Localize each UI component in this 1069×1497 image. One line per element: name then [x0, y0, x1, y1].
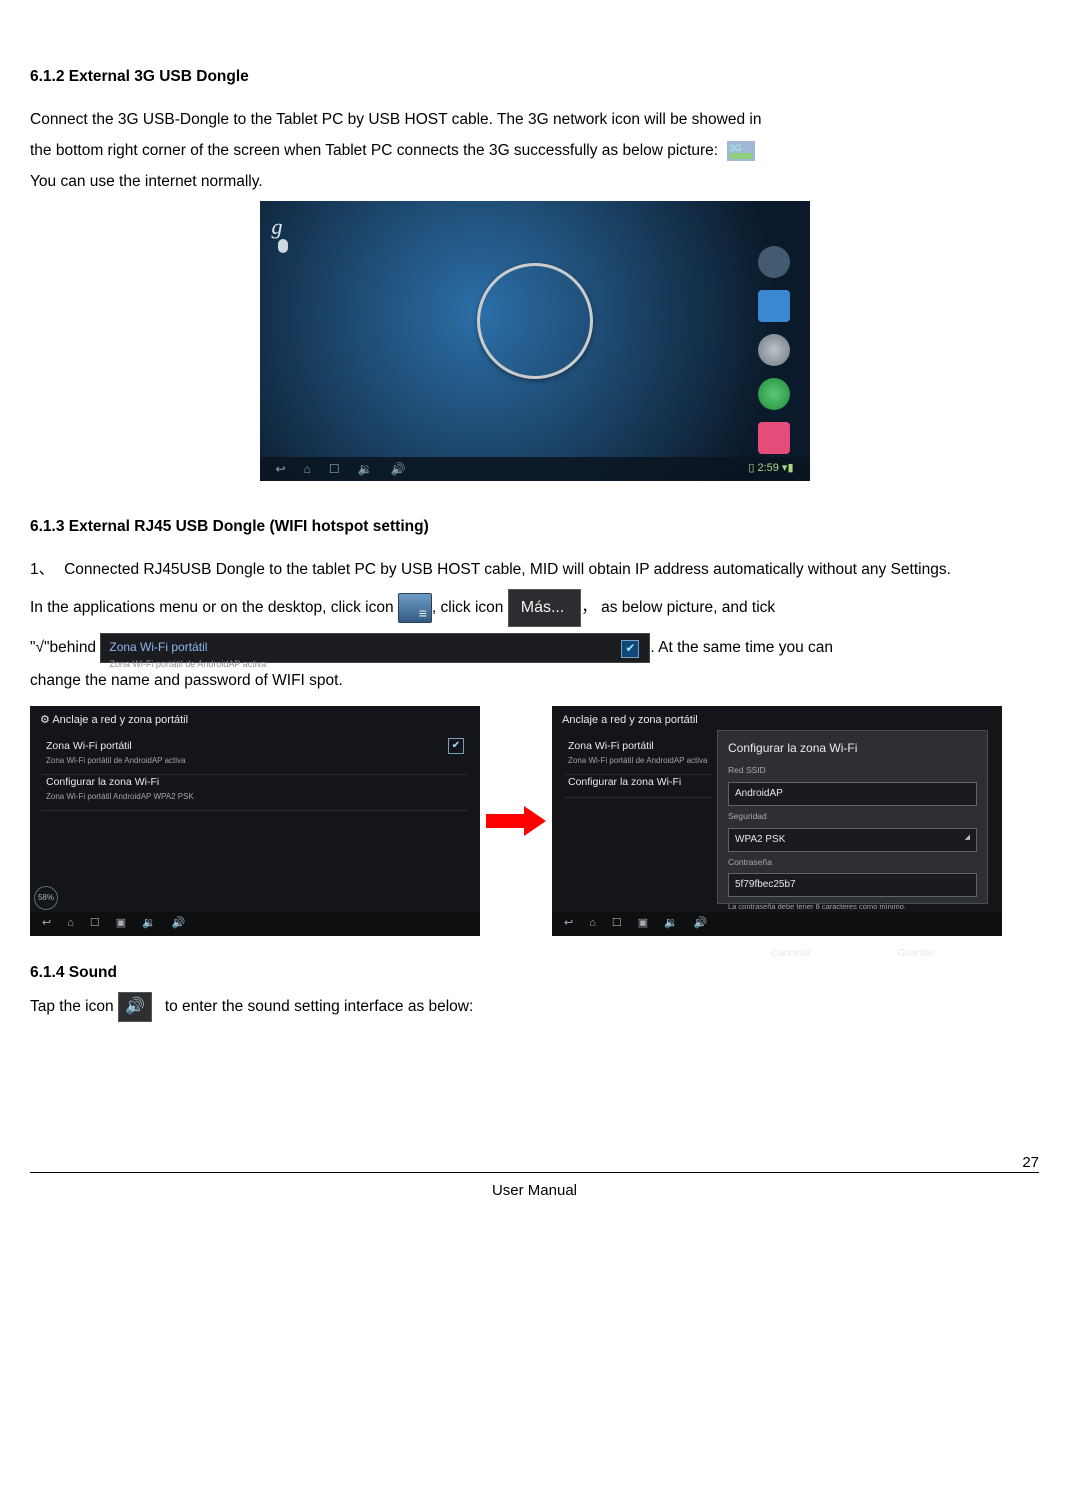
home-icon: ⌂	[67, 915, 74, 933]
recent-icon: ☐	[329, 460, 340, 479]
label-ssid: Red SSID	[728, 764, 977, 778]
figure-hotspot-configure-dialog: Anclaje a red y zona portátil Zona Wi-Fi…	[552, 706, 1002, 936]
checkbox-checked-icon: ✔	[621, 640, 639, 658]
back-icon: ↩	[276, 460, 286, 479]
screenshot-icon: ▣	[638, 915, 648, 933]
configure-wifi-dialog: Configurar la zona Wi-Fi Red SSID Androi…	[717, 730, 988, 904]
row-subtitle: Zona Wi-Fi portátil AndroidAP WPA2 PSK	[46, 791, 464, 804]
figure-desktop-screenshot: g ↩ ⌂ ☐ 🔉 🔊 ▯ 2:59 ▾▮	[260, 201, 810, 481]
figure-hotspot-settings-list: ⚙ Anclaje a red y zona portátil ✔ Zona W…	[30, 706, 480, 936]
strip-title: Zona Wi-Fi portátil	[109, 640, 207, 654]
row-title: Zona Wi-Fi portátil	[46, 738, 464, 755]
label-security: Seguridad	[728, 810, 977, 824]
red-arrow-icon	[486, 808, 546, 834]
text-frag: "√"behind	[30, 639, 96, 656]
row-title: Configurar la zona Wi-Fi	[568, 774, 708, 791]
list-item-1-text: Connected RJ45USB Dongle to the tablet P…	[64, 561, 951, 578]
text-frag: ， as below picture, and tick	[581, 599, 775, 616]
vol-up-icon: 🔊	[694, 915, 708, 933]
checkbox-checked-icon: ✔	[448, 738, 464, 754]
vol-up-icon: 🔊	[391, 460, 406, 479]
p-3g-line1: Connect the 3G USB-Dongle to the Tablet …	[30, 108, 1039, 133]
system-navbar: ↩ ⌂ ☐ 🔉 🔊 ▯ 2:59 ▾▮	[260, 457, 810, 481]
right-dock	[758, 246, 798, 454]
sound-settings-icon	[118, 992, 152, 1022]
row-subtitle: Zona Wi-Fi portátil de AndroidAP activa	[46, 755, 464, 768]
page-footer: 27 User Manual	[30, 1172, 1039, 1203]
text-frag: to enter the sound setting interface as …	[165, 998, 473, 1015]
text-frag: . At the same time you can	[650, 639, 833, 656]
status-right: ⠀⠀⠀	[970, 917, 990, 931]
text-frag: Tap the icon	[30, 998, 114, 1015]
screenshot-icon: ▣	[116, 915, 126, 933]
recent-icon: ☐	[90, 915, 100, 933]
home-icon: ⌂	[589, 915, 596, 933]
status-right: ⠀⠀⠀	[448, 917, 468, 931]
system-navbar: ↩ ⌂ ☐ ▣ 🔉 🔊 ⠀⠀⠀	[30, 912, 480, 936]
text-frag: In the applications menu or on the deskt…	[30, 599, 394, 616]
list-item-1: 1、Connected RJ45USB Dongle to the tablet…	[30, 558, 1039, 583]
row-subtitle: Zona Wi-Fi portátil de AndroidAP activa	[568, 755, 708, 768]
network-3g-icon	[727, 141, 755, 161]
text-frag: , click icon	[432, 599, 504, 616]
strip-subtitle: Zona Wi-Fi portátil de AndroidAP activa	[109, 657, 641, 671]
mic-icon	[278, 239, 288, 253]
p-3g-line2: the bottom right corner of the screen wh…	[30, 142, 718, 159]
system-navbar: ↩ ⌂ ☐ ▣ 🔉 🔊 ⠀⠀⠀	[552, 912, 1002, 936]
clock-text: 2:59	[757, 462, 778, 474]
button-save: Guardar	[877, 942, 954, 966]
status-right: ▯ 2:59 ▾▮	[748, 460, 793, 478]
figure-pair: ⚙ Anclaje a red y zona portátil ✔ Zona W…	[30, 706, 1039, 936]
screen-title-text: Anclaje a red y zona portátil	[562, 714, 698, 726]
row-title: Zona Wi-Fi portátil	[568, 738, 708, 755]
field-security: WPA2 PSK	[728, 828, 977, 852]
back-icon: ↩	[564, 915, 573, 933]
settings-small-icon: ⚙	[40, 714, 50, 726]
instruction-line-icons: In the applications menu or on the deskt…	[30, 589, 1039, 627]
dock-item	[758, 246, 790, 278]
instruction-line-tick: "√"behind Zona Wi-Fi portátil Zona Wi-Fi…	[30, 633, 1039, 663]
label-password: Contraseña	[728, 856, 977, 870]
heading-6-1-3: 6.1.3 External RJ45 USB Dongle (WIFI hot…	[30, 515, 1039, 540]
screen-title-text: Anclaje a red y zona portátil	[52, 714, 188, 726]
battery-badge: 58%	[34, 886, 58, 910]
status-3g-icon: ▯	[748, 462, 754, 474]
p-3g-line2-wrap: the bottom right corner of the screen wh…	[30, 139, 1039, 164]
instruction-line-change: change the name and password of WIFI spo…	[30, 669, 1039, 694]
more-button-icon: Más...	[508, 589, 582, 627]
list-row-configure-hotspot: Configurar la zona Wi-Fi Zona Wi-Fi port…	[42, 768, 468, 811]
settings-app-icon	[398, 593, 432, 623]
home-icon: ⌂	[304, 460, 311, 479]
dock-item	[758, 290, 790, 322]
wifi-zone-strip-figure: Zona Wi-Fi portátil Zona Wi-Fi portátil …	[100, 633, 650, 663]
row-title: Configurar la zona Wi-Fi	[46, 774, 464, 791]
heading-6-1-2: 6.1.2 External 3G USB Dongle	[30, 65, 1039, 90]
back-icon: ↩	[42, 915, 51, 933]
field-ssid: AndroidAP	[728, 782, 977, 806]
p-sound: Tap the icon to enter the sound setting …	[30, 992, 1039, 1022]
field-password: 5f79fbec25b7	[728, 873, 977, 897]
button-cancel: Cancelar	[751, 942, 831, 966]
dock-item	[758, 378, 790, 410]
list-row-configure-hotspot: Configurar la zona Wi-Fi	[564, 768, 712, 798]
vol-up-icon: 🔊	[172, 915, 186, 933]
p-3g-line3: You can use the internet normally.	[30, 170, 1039, 195]
wifi-battery-icon: ▾▮	[782, 462, 794, 474]
apps-grid-icon	[758, 334, 790, 366]
dock-item	[758, 422, 790, 454]
recent-icon: ☐	[612, 915, 622, 933]
footer-label: User Manual	[492, 1182, 577, 1199]
list-marker: 1、	[30, 558, 64, 583]
dialog-title: Configurar la zona Wi-Fi	[728, 739, 977, 758]
vol-down-icon: 🔉	[142, 915, 156, 933]
vol-down-icon: 🔉	[664, 915, 678, 933]
analog-clock-widget	[477, 263, 593, 379]
vol-down-icon: 🔉	[358, 460, 373, 479]
page-number: 27	[1022, 1151, 1039, 1175]
